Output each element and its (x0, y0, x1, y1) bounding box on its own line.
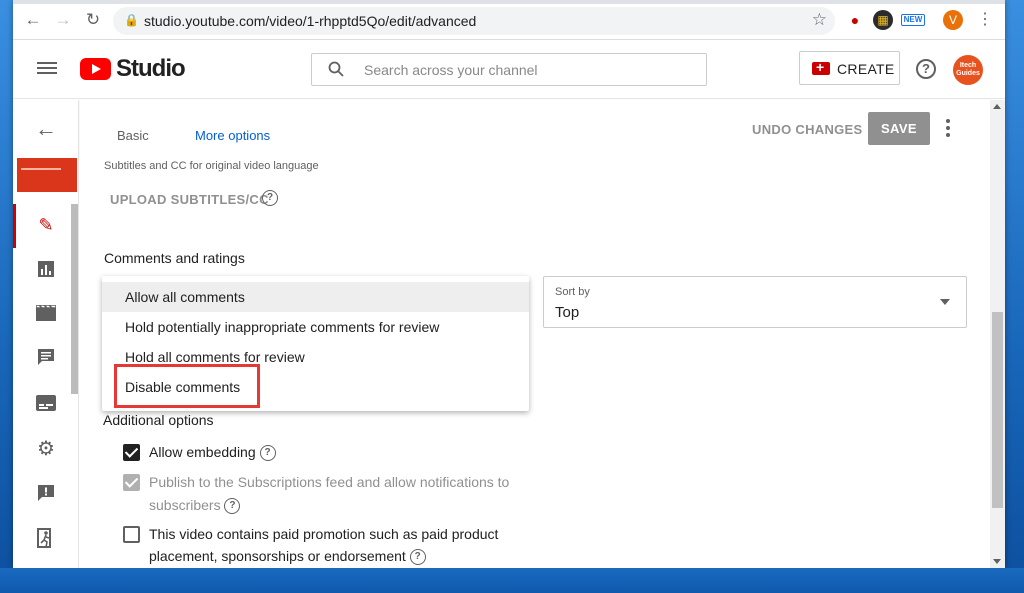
save-button[interactable]: SAVE (868, 112, 930, 145)
paid-promotion-label: This video contains paid promotion such … (149, 526, 499, 542)
browser-menu-icon[interactable]: ⋮ (975, 10, 995, 30)
upload-help-icon[interactable]: ? (262, 190, 278, 206)
browser-window: ← → ↻ 🔒 studio.youtube.com/video/1-rhppt… (13, 0, 1005, 568)
browser-toolbar: ← → ↻ 🔒 studio.youtube.com/video/1-rhppt… (13, 0, 1005, 40)
video-editor-icon[interactable] (35, 304, 57, 326)
paid-promotion-label-2: placement, sponsorships or endorsement ? (149, 545, 426, 567)
studio-header: Studio Search across your channel CREATE… (13, 41, 1005, 99)
details-header: Basic More options UNDO CHANGES SAVE (80, 100, 990, 158)
gear-icon[interactable]: ⚙ (35, 438, 57, 460)
undo-changes-button[interactable]: UNDO CHANGES (752, 122, 863, 137)
create-label: CREATE (837, 61, 895, 77)
option-hold-inappropriate[interactable]: Hold potentially inappropriate comments … (102, 312, 529, 342)
search-placeholder: Search across your channel (364, 62, 538, 78)
tab-strip (13, 0, 1005, 4)
channel-avatar[interactable]: Itech Guides (953, 55, 983, 85)
create-button[interactable]: CREATE (799, 51, 900, 85)
sidebar-scrollbar[interactable] (71, 204, 78, 394)
subtitles-caption: Subtitles and CC for original video lang… (104, 160, 319, 172)
scroll-up-arrow[interactable] (993, 104, 1001, 109)
back-arrow-icon[interactable]: ← (23, 10, 43, 30)
sort-by-caption: Sort by (555, 286, 590, 298)
scrollbar-thumb[interactable] (992, 312, 1003, 508)
sort-by-select[interactable]: Sort by Top (543, 276, 967, 328)
comments-icon[interactable] (35, 348, 57, 370)
page-scrollbar[interactable] (990, 100, 1005, 568)
create-video-icon (812, 59, 830, 75)
search-icon (328, 61, 344, 77)
highlight-box (114, 364, 260, 408)
url-text[interactable]: studio.youtube.com/video/1-rhpptd5Qo/edi… (144, 13, 476, 29)
comments-ratings-title: Comments and ratings (104, 250, 245, 266)
extension-grid-icon[interactable]: ▦ (873, 10, 893, 30)
os-taskbar (0, 568, 1024, 593)
bookmark-star-icon[interactable]: ☆ (812, 10, 827, 30)
active-indicator (13, 204, 16, 248)
search-input[interactable]: Search across your channel (311, 53, 707, 86)
sort-by-value: Top (555, 304, 580, 321)
option-allow-all[interactable]: Allow all comments (102, 282, 529, 312)
logo-text: Studio (116, 55, 186, 82)
embedding-help-icon[interactable]: ? (259, 445, 276, 462)
more-options-icon[interactable] (946, 119, 952, 139)
exit-studio-icon[interactable] (35, 528, 57, 550)
chevron-down-icon (940, 299, 950, 305)
feedback-icon[interactable] (35, 484, 57, 506)
more-options-panel: Subtitles and CC for original video lang… (80, 158, 990, 568)
upload-subtitles-button[interactable]: UPLOAD SUBTITLES/CC (110, 192, 269, 207)
subtitles-icon[interactable] (35, 394, 57, 416)
promotion-help-icon[interactable]: ? (409, 549, 426, 566)
paid-promotion-checkbox[interactable] (123, 526, 140, 543)
hamburger-menu-icon[interactable] (37, 59, 57, 79)
back-arrow-icon[interactable]: ← (35, 118, 57, 140)
comments-visibility-dropdown[interactable]: Allow all comments Hold potentially inap… (102, 276, 529, 411)
extension-new-badge[interactable]: NEW (901, 14, 925, 26)
pencil-edit-icon[interactable]: ✎ (35, 214, 57, 236)
help-icon[interactable]: ? (916, 59, 936, 79)
lock-icon: 🔒 (124, 13, 139, 27)
scroll-down-arrow[interactable] (993, 559, 1001, 564)
publish-feed-label: Publish to the Subscriptions feed and al… (149, 474, 510, 490)
allow-embedding-checkbox[interactable] (123, 444, 140, 461)
video-thumbnail[interactable] (17, 158, 77, 192)
publish-help-icon[interactable]: ? (224, 498, 241, 515)
tab-more-options[interactable]: More options (195, 128, 270, 143)
additional-options-title: Additional options (103, 412, 214, 428)
profile-avatar[interactable]: V (943, 10, 963, 30)
tab-basic[interactable]: Basic (117, 128, 149, 143)
allow-embedding-label: Allow embedding ? (149, 441, 276, 463)
youtube-play-icon (80, 58, 111, 80)
forward-arrow-icon[interactable]: → (53, 10, 73, 30)
address-bar[interactable]: 🔒 studio.youtube.com/video/1-rhpptd5Qo/e… (113, 7, 835, 35)
publish-feed-checkbox[interactable] (123, 474, 140, 491)
left-sidebar: ← ✎ ⚙ (13, 100, 79, 568)
analytics-icon[interactable] (35, 260, 57, 282)
publish-feed-label-2: subscribers ? (149, 494, 241, 516)
reload-icon[interactable]: ↻ (83, 10, 103, 30)
extension-lips-icon[interactable]: ● (845, 10, 865, 30)
